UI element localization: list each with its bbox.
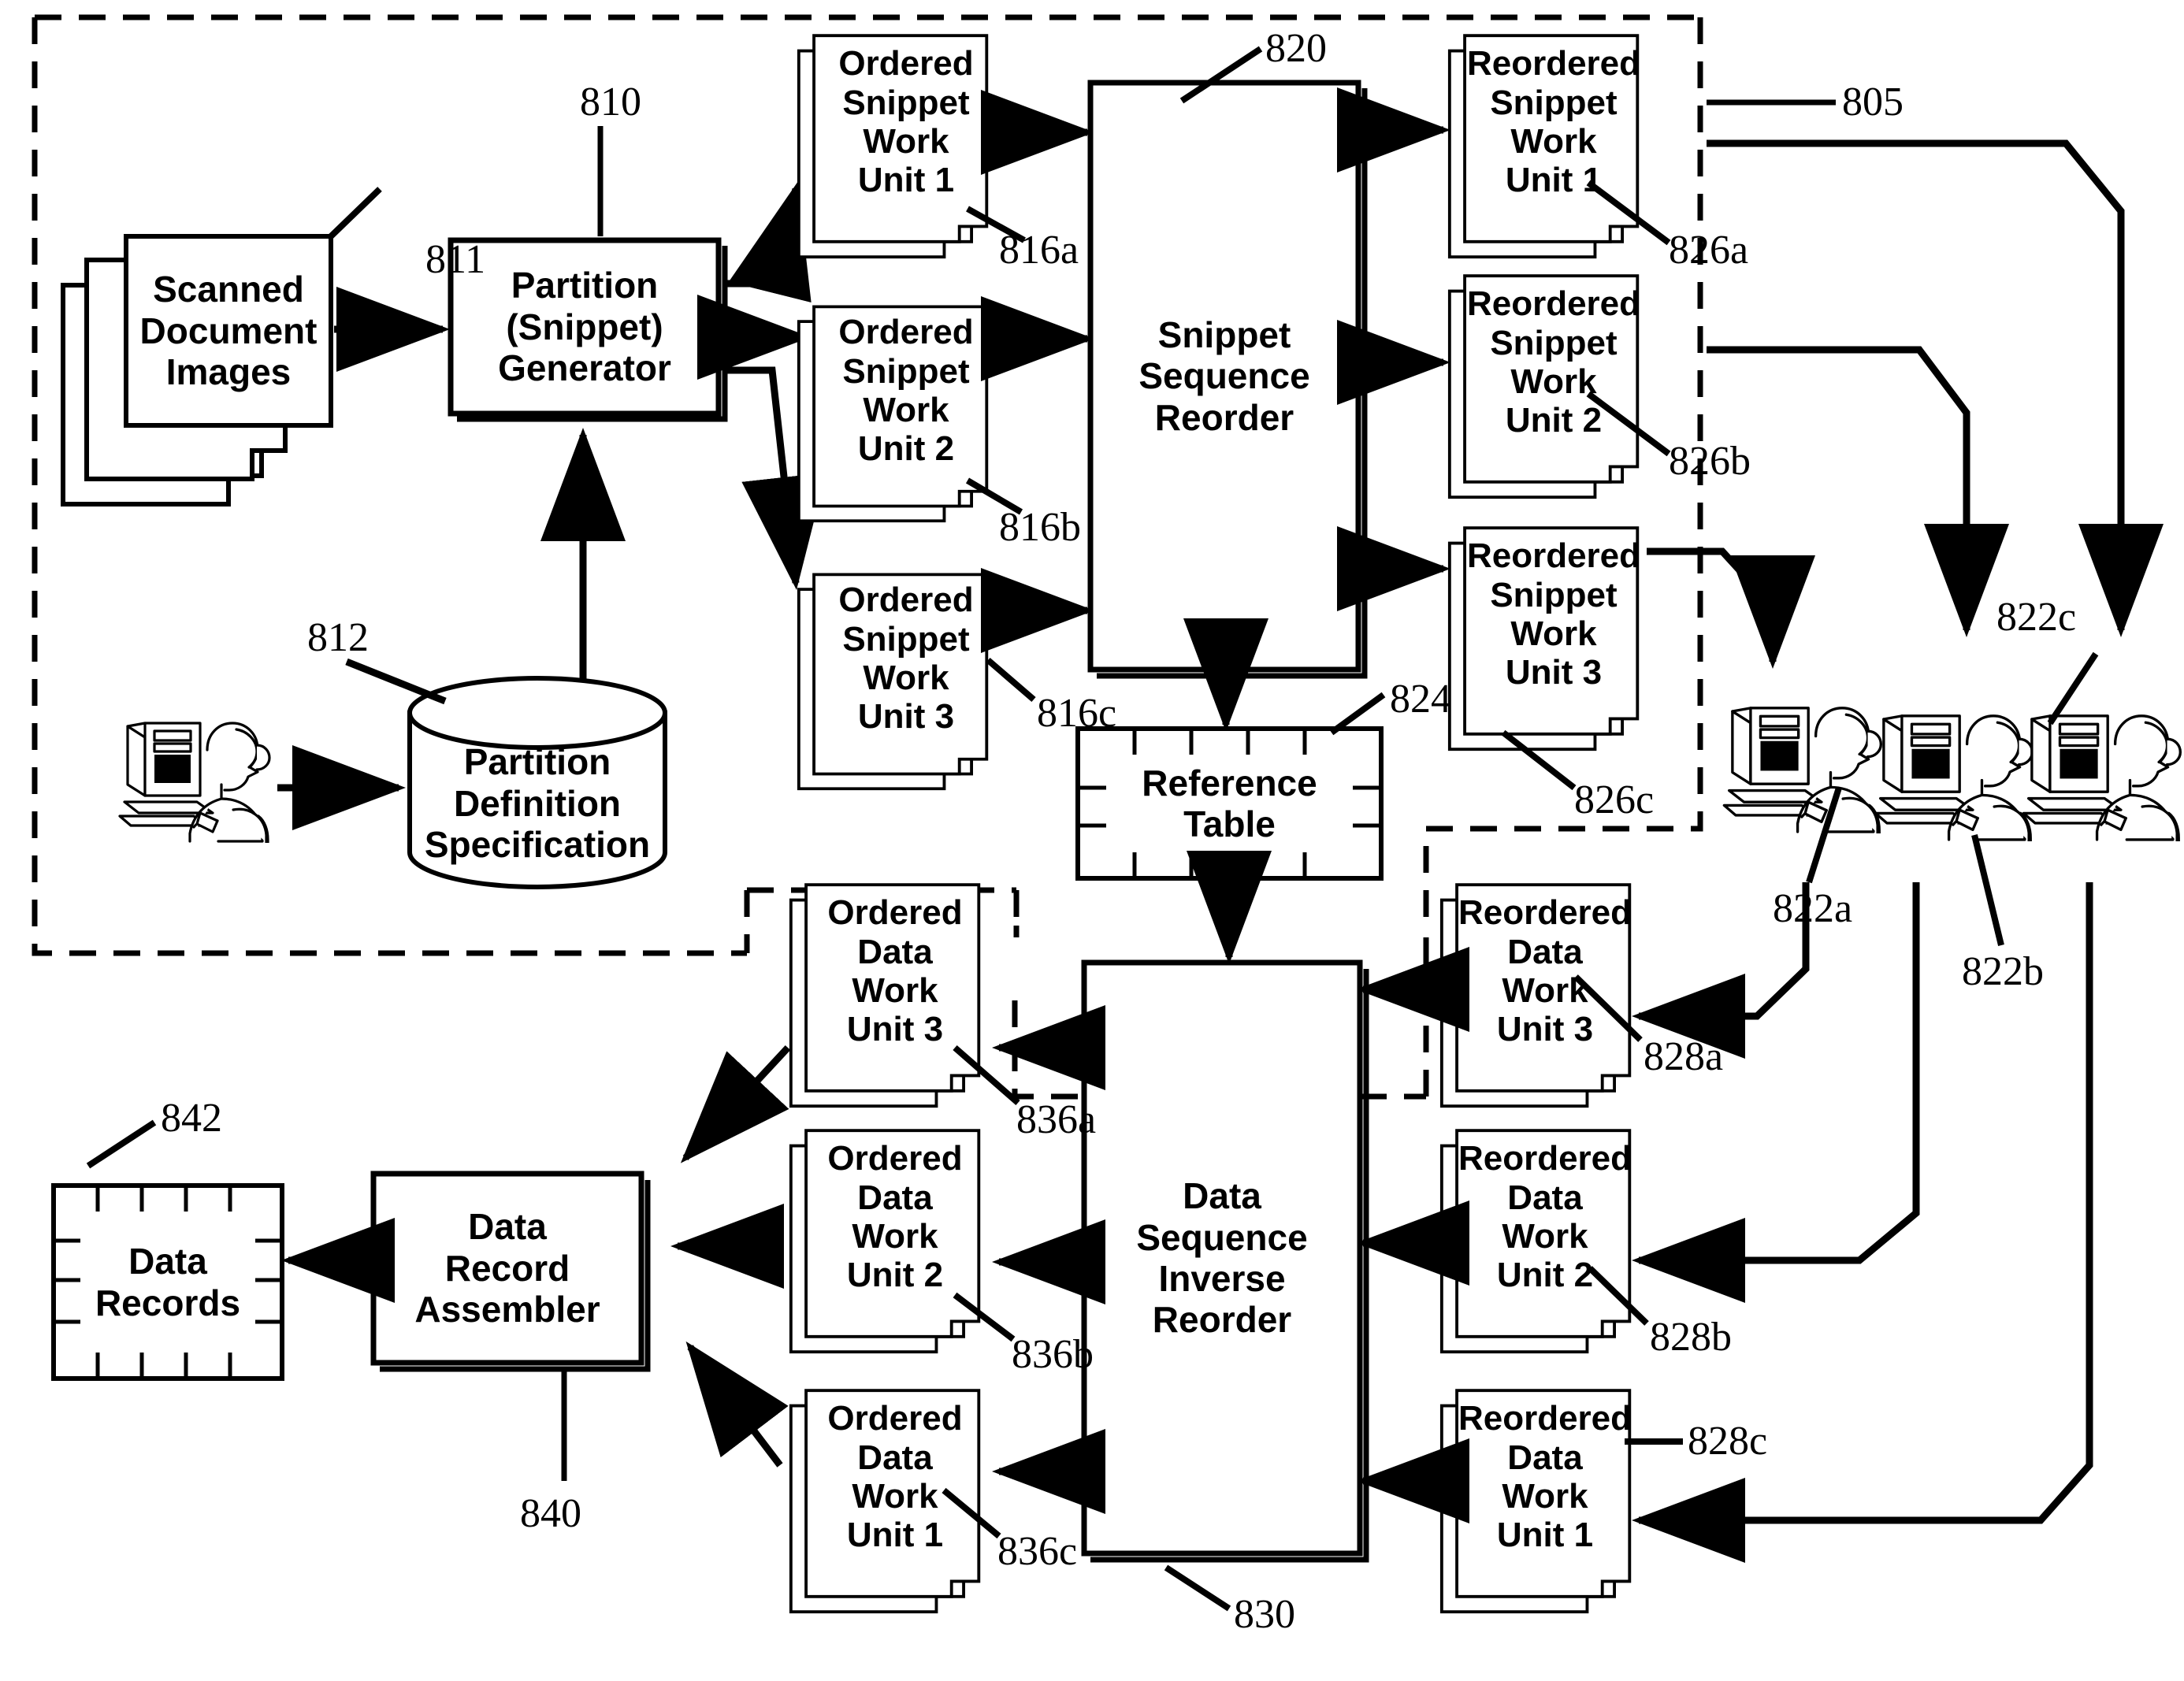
operator-workstation-822c-icon (2022, 714, 2182, 841)
operator-workstation-822a-icon (1722, 707, 1883, 833)
scanned-document-images-label: Scanned Document Images (139, 269, 318, 393)
leader-811 (329, 187, 382, 239)
data-record-assembler-label: Data Record Assembler (414, 1206, 600, 1330)
ref-811: 811 (425, 237, 486, 282)
ref-836c: 836c (997, 1529, 1078, 1574)
ref-822b: 822b (1962, 949, 2044, 994)
operator-workstation-822b-icon (1874, 714, 2034, 841)
ref-820: 820 (1265, 26, 1327, 71)
ordered-snippet-work-unit-2-label: Ordered Snippet Work Unit 2 (838, 313, 974, 469)
reordered-data-work-unit-3-label: Reordered Data Work Unit 3 (1458, 893, 1632, 1049)
ordered-snippet-work-unit-3-label: Ordered Snippet Work Unit 3 (838, 581, 974, 737)
partition-snippet-generator-label: Partition (Snippet) Generator (498, 265, 671, 389)
ref-842: 842 (161, 1096, 222, 1141)
ordered-data-work-unit-1-label: Ordered Data Work Unit 1 (827, 1399, 963, 1555)
routing-rsu3-to-operator-822a (1647, 547, 1815, 669)
ordered-snippet-work-unit-1-label: Ordered Snippet Work Unit 1 (838, 44, 974, 200)
ref-840: 840 (520, 1491, 581, 1536)
ref-828c: 828c (1688, 1419, 1768, 1464)
reordered-snippet-work-unit-1-label: Reordered Snippet Work Unit 1 (1466, 44, 1641, 200)
leader-842 (86, 1119, 157, 1169)
ref-816a: 816a (999, 228, 1079, 273)
ref-812: 812 (307, 615, 369, 660)
snippet-sequence-reorder-label: Snippet Sequence Reorder (1138, 314, 1310, 438)
ordered-data-work-unit-3-label: Ordered Data Work Unit 3 (827, 893, 963, 1049)
ordered-data-work-unit-2-label: Ordered Data Work Unit 2 (827, 1139, 963, 1295)
routing-rsu1-to-operator-822c (1707, 139, 2164, 637)
data-records-label: Data Records (95, 1241, 241, 1323)
data-sequence-inverse-reorder-label: Data Sequence Inverse Reorder (1136, 1175, 1308, 1341)
ref-816c: 816c (1037, 691, 1117, 736)
ref-810: 810 (580, 80, 641, 124)
ref-830: 830 (1234, 1592, 1295, 1637)
ref-805: 805 (1842, 80, 1904, 124)
reordered-snippet-work-unit-2-label: Reordered Snippet Work Unit 2 (1466, 284, 1641, 440)
admin-operator-icon (118, 722, 271, 843)
ref-826c: 826c (1574, 777, 1655, 822)
ref-836a: 836a (1016, 1097, 1097, 1142)
ref-822c: 822c (1996, 595, 2077, 640)
reordered-data-work-unit-1-label: Reordered Data Work Unit 1 (1458, 1399, 1632, 1555)
ref-816b: 816b (999, 505, 1081, 550)
leader-830 (1164, 1564, 1231, 1612)
leader-822c (2047, 651, 2099, 725)
patent-figure-canvas: Scanned Document Images Partition (Snipp… (0, 0, 2184, 1681)
ref-824: 824 (1390, 677, 1451, 722)
leader-812 (345, 658, 447, 705)
ref-826b: 826b (1669, 439, 1751, 484)
reordered-data-work-unit-2-label: Reordered Data Work Unit 2 (1458, 1139, 1632, 1295)
arrow-generator-to-osu1 (723, 182, 812, 303)
reference-table-label: Reference Table (1142, 762, 1317, 844)
ref-822a: 822a (1773, 886, 1853, 931)
partition-definition-specification-label: Partition Definition Specification (424, 741, 651, 866)
routing-rsu2-to-operator-822b (1707, 346, 2009, 637)
ref-828a: 828a (1644, 1034, 1724, 1079)
leader-822b (1971, 834, 2004, 946)
arrow-generator-to-osu3 (723, 366, 826, 590)
reordered-snippet-work-unit-3-label: Reordered Snippet Work Unit 3 (1466, 536, 1641, 692)
ref-828b: 828b (1650, 1315, 1732, 1360)
arrow-odwu3-to-assembler (680, 1045, 791, 1163)
arrow-odwu1-to-assembler (685, 1341, 789, 1468)
ref-826a: 826a (1669, 228, 1749, 273)
ref-836b: 836b (1012, 1332, 1094, 1377)
